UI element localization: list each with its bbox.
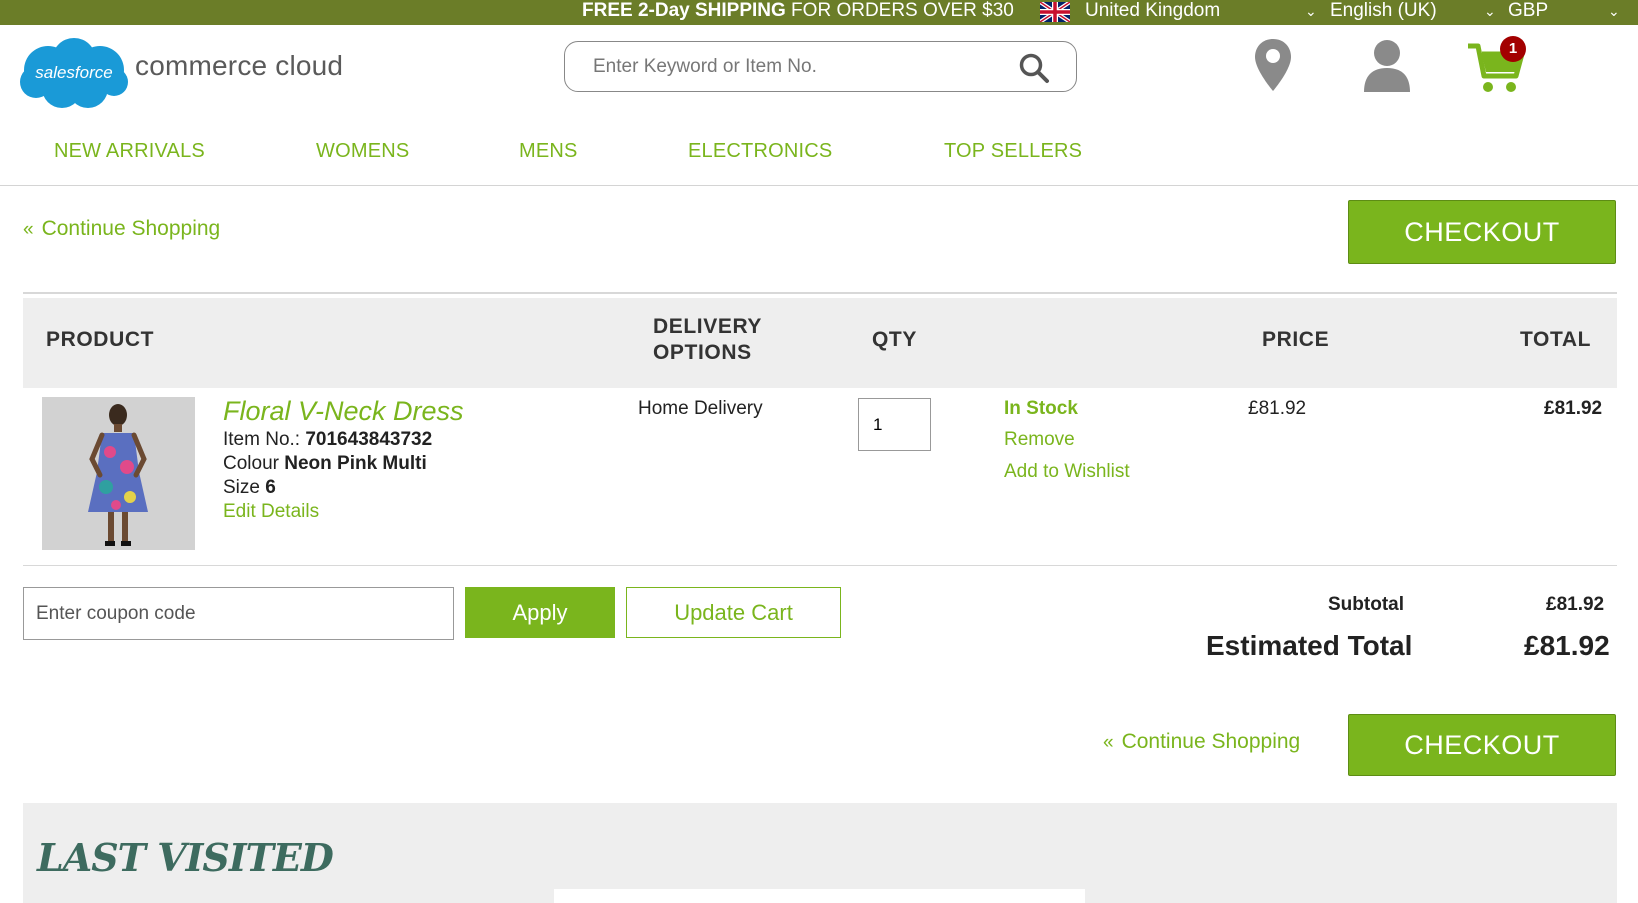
last-visited-heading: LAST VISITED — [37, 835, 334, 880]
nav-item-top-sellers[interactable]: TOP SELLERS — [944, 140, 1082, 163]
subtotal-label: Subtotal — [1328, 594, 1404, 615]
delivery-option: Home Delivery — [638, 398, 763, 419]
logo-wordmark: commerce cloud — [135, 50, 344, 81]
column-header-price: PRICE — [1262, 328, 1330, 351]
column-header-product: PRODUCT — [46, 328, 155, 351]
coupon-input[interactable] — [36, 600, 436, 628]
main-nav: NEW ARRIVALS WOMENS MENS ELECTRONICS TOP… — [0, 130, 1638, 186]
checkout-button[interactable]: CHECKOUT — [1348, 200, 1616, 264]
search-icon[interactable] — [1018, 52, 1050, 84]
double-chevron-left-icon: « — [23, 219, 34, 240]
column-header-delivery: DELIVERY OPTIONS — [653, 315, 763, 364]
currency-selector[interactable]: GBP — [1508, 0, 1548, 22]
quantity-input[interactable] — [858, 398, 931, 451]
double-chevron-left-icon: « — [1103, 732, 1114, 753]
add-to-wishlist-link[interactable]: Add to Wishlist — [1004, 461, 1130, 483]
nav-item-womens[interactable]: WOMENS — [316, 140, 409, 163]
product-image[interactable] — [42, 397, 195, 550]
search-box — [564, 41, 1077, 92]
column-header-qty: QTY — [872, 328, 917, 351]
product-name-link[interactable]: Floral V-Neck Dress — [223, 396, 464, 427]
language-selector[interactable]: English (UK) — [1330, 0, 1437, 22]
nav-item-mens[interactable]: MENS — [519, 140, 578, 163]
chevron-down-icon[interactable]: ⌄ — [1305, 0, 1317, 22]
cart-table-header: PRODUCT DELIVERY OPTIONS QTY PRICE TOTAL — [23, 298, 1617, 388]
logo-badge-text: salesforce — [35, 63, 112, 82]
product-size: Size 6 — [223, 477, 276, 498]
store-locator-icon[interactable] — [1253, 37, 1293, 98]
product-item-number: Item No.: 701643843732 — [223, 429, 433, 450]
divider — [23, 565, 1617, 566]
chevron-down-icon[interactable]: ⌄ — [1608, 0, 1620, 22]
continue-shopping-link-bottom[interactable]: «Continue Shopping — [1103, 730, 1300, 754]
update-cart-button[interactable]: Update Cart — [626, 587, 841, 638]
uk-flag-icon — [1040, 2, 1070, 22]
item-total: £81.92 — [1544, 398, 1603, 419]
estimated-total-value: £81.92 — [1524, 630, 1610, 661]
edit-details-link[interactable]: Edit Details — [223, 501, 319, 523]
country-selector[interactable]: United Kingdom — [1085, 0, 1220, 22]
cart-count-badge: 1 — [1500, 36, 1526, 62]
chevron-down-icon[interactable]: ⌄ — [1484, 0, 1496, 22]
checkout-button-bottom[interactable]: CHECKOUT — [1348, 714, 1616, 776]
promo-bar: FREE 2-Day SHIPPING FOR ORDERS OVER $30 … — [0, 0, 1638, 25]
last-visited-section: LAST VISITED — [23, 803, 1617, 903]
account-icon[interactable] — [1362, 38, 1412, 97]
stock-status: In Stock — [1004, 398, 1078, 419]
estimated-total-label: Estimated Total — [1206, 630, 1413, 661]
remove-link[interactable]: Remove — [1004, 429, 1075, 451]
subtotal-value: £81.92 — [1546, 594, 1605, 615]
coupon-box — [23, 587, 454, 640]
item-price: £81.92 — [1248, 398, 1307, 419]
salesforce-logo[interactable]: salesforce — [18, 34, 130, 112]
divider — [23, 292, 1617, 294]
search-input[interactable] — [593, 52, 1013, 82]
nav-item-new-arrivals[interactable]: NEW ARRIVALS — [54, 140, 205, 163]
shipping-promo: FREE 2-Day SHIPPING FOR ORDERS OVER $30 — [582, 0, 1014, 21]
apply-coupon-button[interactable]: Apply — [465, 587, 615, 638]
nav-item-electronics[interactable]: ELECTRONICS — [688, 140, 832, 163]
last-visited-card[interactable] — [554, 889, 1085, 903]
continue-shopping-link[interactable]: «Continue Shopping — [23, 217, 220, 241]
column-header-total: TOTAL — [1520, 328, 1592, 351]
product-colour: Colour Neon Pink Multi — [223, 453, 427, 474]
